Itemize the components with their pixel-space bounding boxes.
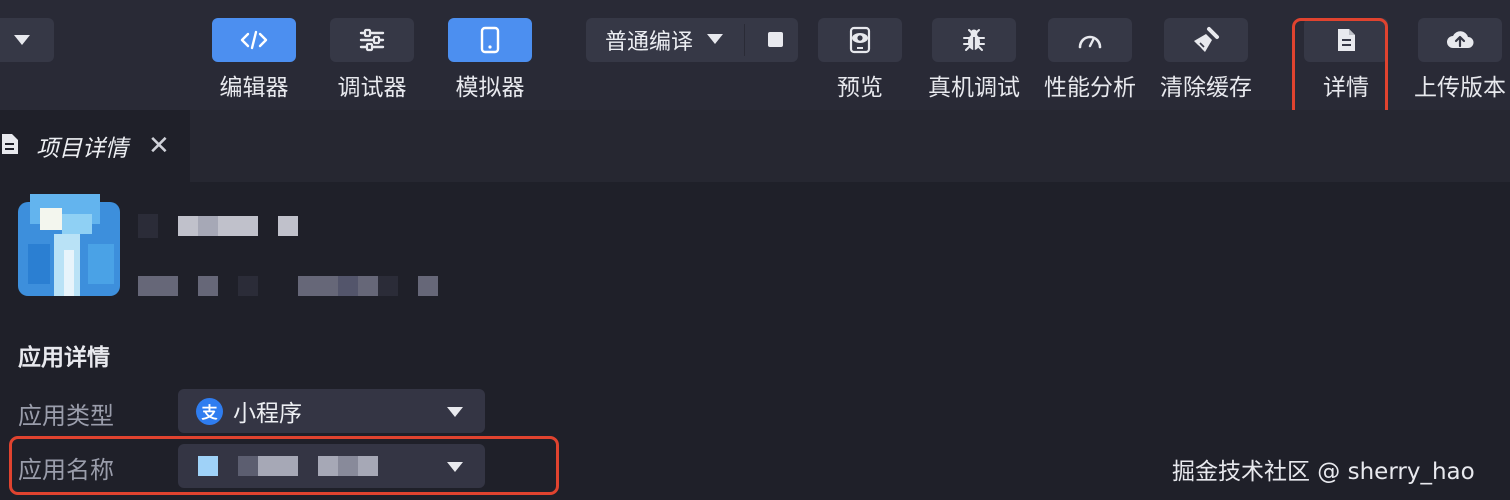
tab-bar: 项目详情 ✕ (0, 110, 1510, 182)
app-logo-icon (18, 194, 120, 296)
toolbar: 编辑器 调试器 模拟器 普通编译 预览 真机调试 性能分析 清除缓存 详情 上传… (0, 0, 1510, 132)
redacted-app-id (378, 276, 398, 296)
divider (744, 24, 745, 56)
compile-mode-label: 普通编译 (605, 30, 694, 55)
debugger-label: 调试器 (337, 75, 407, 101)
tab-label: 项目详情 (36, 136, 128, 162)
clear-cache-label: 清除缓存 (1160, 75, 1252, 101)
device-debug-label: 真机调试 (928, 75, 1020, 101)
performance-tool[interactable]: 性能分析 (1044, 0, 1136, 102)
project-dropdown-button[interactable] (0, 18, 54, 62)
preview-label: 预览 (837, 75, 883, 101)
redacted-app-id (418, 276, 438, 296)
redacted-app-id (138, 276, 178, 296)
upload-tool[interactable]: 上传版本 (1414, 0, 1506, 102)
editor-button[interactable] (212, 18, 296, 62)
watermark: 掘金技术社区 @ sherry_hao (1172, 459, 1475, 485)
tab-project-details[interactable]: 项目详情 ✕ (0, 110, 190, 182)
editor-label: 编辑器 (219, 75, 289, 101)
redacted-app-id (338, 276, 358, 296)
preview-tool[interactable]: 预览 (818, 0, 902, 102)
caret-down-icon (705, 31, 725, 50)
upload-label: 上传版本 (1414, 75, 1506, 101)
code-icon (239, 28, 269, 52)
device-debug-tool[interactable]: 真机调试 (928, 0, 1020, 102)
preview-eye-icon (847, 26, 873, 54)
preview-button[interactable] (818, 18, 902, 62)
alipay-icon: 支 (196, 397, 223, 425)
clear-cache-button[interactable] (1164, 18, 1248, 62)
compile-mode-select[interactable]: 普通编译 (586, 18, 798, 62)
sliders-icon (358, 28, 386, 52)
redacted-app-name (278, 216, 298, 236)
redacted-app-id (238, 276, 258, 296)
redacted-app-name (178, 216, 258, 236)
bug-icon (961, 27, 987, 53)
caret-down-icon (14, 35, 30, 45)
debugger-button[interactable] (330, 18, 414, 62)
editor-tool[interactable]: 编辑器 (212, 0, 296, 102)
device-debug-button[interactable] (932, 18, 1016, 62)
simulator-tool[interactable]: 模拟器 (448, 0, 532, 102)
performance-button[interactable] (1048, 18, 1132, 62)
app-type-label: 应用类型 (18, 402, 114, 430)
redacted-app-name (198, 216, 218, 236)
redacted-app-name (138, 214, 158, 238)
app-avatar (18, 194, 120, 296)
app-name-highlight-box (9, 436, 559, 495)
performance-label: 性能分析 (1044, 75, 1136, 101)
section-title: 应用详情 (18, 345, 110, 371)
cloud-upload-icon (1445, 28, 1475, 52)
caret-down-icon (445, 404, 465, 423)
phone-icon (479, 26, 501, 54)
app-type-value: 小程序 (233, 401, 302, 427)
document-icon (0, 132, 20, 160)
debugger-tool[interactable]: 调试器 (330, 0, 414, 102)
clear-cache-tool[interactable]: 清除缓存 (1160, 0, 1252, 102)
redacted-app-id (198, 276, 218, 296)
gauge-icon (1076, 29, 1104, 51)
upload-button[interactable] (1418, 18, 1502, 62)
simulator-button[interactable] (448, 18, 532, 62)
app-type-select[interactable]: 支 小程序 (178, 389, 485, 433)
simulator-label: 模拟器 (455, 75, 525, 101)
stop-icon[interactable] (768, 32, 783, 47)
broom-icon (1192, 26, 1220, 54)
close-icon[interactable]: ✕ (148, 133, 170, 159)
